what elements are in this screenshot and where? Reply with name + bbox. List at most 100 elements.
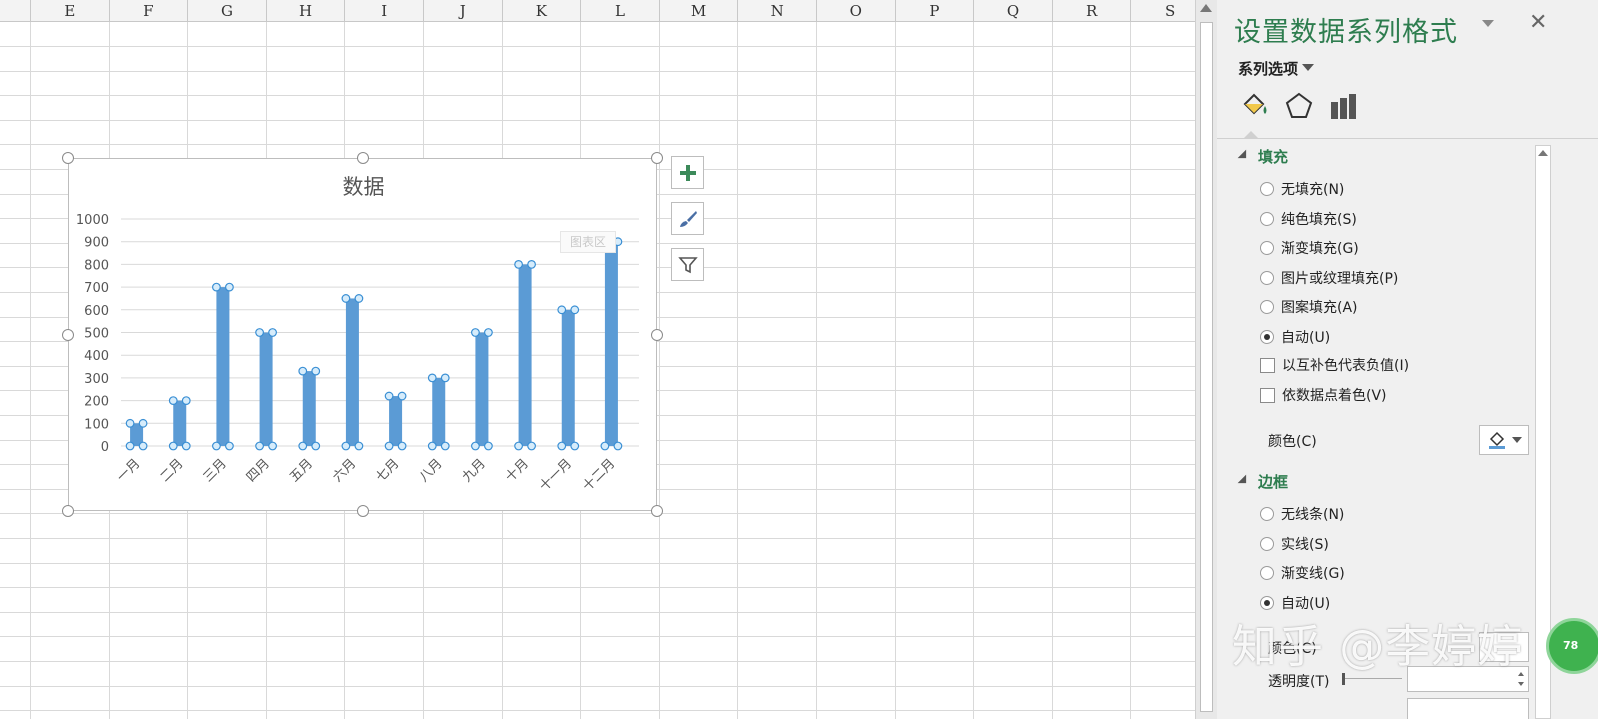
radio-button[interactable] [1260,241,1274,255]
invert-negative-label: 以互补色代表负值(I) [1282,358,1410,374]
collapse-triangle-icon[interactable] [1237,474,1251,488]
checkbox-box[interactable] [1260,387,1275,403]
radio-button[interactable] [1260,211,1274,226]
invert-negative-checkbox[interactable]: 以互补色代表负值(I) [1260,355,1409,375]
selection-marker [527,259,536,269]
selection-marker [341,441,351,451]
bar[interactable] [518,264,532,446]
scroll-thumb[interactable] [1200,22,1213,712]
bar[interactable] [173,400,187,446]
fill-color-picker-button[interactable] [1479,425,1529,455]
collapse-triangle-icon[interactable] [1237,149,1251,163]
bar[interactable] [302,371,316,446]
radio-button[interactable] [1260,507,1274,521]
fill-section-heading[interactable]: 填充 [1258,146,1288,167]
bar[interactable] [432,377,446,446]
series-options-dropdown[interactable]: 系列选项 [1238,58,1298,79]
chart-plot[interactable]: 0 100 200 300 400 500 600 700 800 900 1000 一月 二月 三月 四月… [69,159,658,512]
resize-handle-bottom[interactable] [357,505,369,517]
column-header-m[interactable]: M [660,0,739,22]
column-header-partial[interactable] [0,0,31,22]
radio-button[interactable] [1260,536,1274,551]
series-options-chevron-down-icon[interactable] [1302,64,1314,71]
resize-handle-bottom-right[interactable] [651,505,663,517]
column-header-r[interactable]: R [1053,0,1132,22]
scroll-up-arrow-icon[interactable] [1200,4,1212,12]
fill-option[interactable]: 纯色填充(S) [1260,209,1357,229]
radio-button[interactable] [1260,595,1274,610]
selection-marker [484,441,493,451]
fill-option[interactable]: 自动(U) [1260,327,1330,347]
resize-handle-top-right[interactable] [651,152,663,164]
bar[interactable] [259,332,273,447]
resize-handle-left[interactable] [62,329,74,341]
resize-handle-top-left[interactable] [62,152,74,164]
resize-handle-top[interactable] [357,152,369,164]
sheet-vertical-scrollbar[interactable] [1195,0,1217,719]
border-option[interactable]: 渐变线(G) [1260,563,1345,583]
bar[interactable] [561,309,575,446]
fill-option[interactable]: 图片或纹理填充(P) [1260,268,1398,288]
selection-marker [397,441,407,451]
bar[interactable] [216,287,230,446]
column-header-j[interactable]: J [424,0,503,22]
bar[interactable] [604,241,618,446]
bar[interactable] [345,298,359,446]
effects-icon[interactable] [1283,90,1315,122]
scroll-up-arrow-icon[interactable] [1538,150,1548,156]
radio-button[interactable] [1260,300,1274,314]
column-header-p[interactable]: P [896,0,975,22]
column-header-k[interactable]: K [503,0,582,22]
checkbox-box[interactable] [1260,357,1275,373]
chart-elements-button[interactable] [671,156,704,189]
transparency-slider-track[interactable] [1342,678,1402,679]
resize-handle-right[interactable] [651,329,663,341]
fill-option-label: 渐变填充(G) [1281,241,1359,257]
series-options-icon[interactable] [1327,90,1359,122]
border-section-heading[interactable]: 边框 [1258,471,1288,492]
radio-button[interactable] [1260,182,1274,196]
column-header-g[interactable]: G [188,0,267,22]
fill-option-label: 自动(U) [1281,329,1331,346]
chart-area[interactable]: 数据 0 100 200 300 400 500 600 700 800 900 1000 一月 二月三… [68,158,657,511]
fill-option-label: 图片或纹理填充(P) [1281,270,1399,287]
column-header-f[interactable]: F [110,0,189,22]
chart-styles-button[interactable] [671,202,704,235]
selection-marker [600,441,610,451]
grid-row-line [0,612,1195,613]
bar[interactable] [389,396,403,446]
grid-row-line [0,513,1195,514]
radio-button[interactable] [1260,329,1274,344]
chart-filters-button[interactable] [671,248,704,281]
fill-option[interactable]: 渐变填充(G) [1260,238,1359,258]
resize-handle-bottom-left[interactable] [62,505,74,517]
column-header-n[interactable]: N [738,0,817,22]
radio-button[interactable] [1260,270,1274,285]
column-header-h[interactable]: H [267,0,346,22]
width-input[interactable] [1407,698,1529,719]
pane-options-chevron-down-icon[interactable] [1482,20,1494,27]
radio-button[interactable] [1260,566,1274,580]
column-header-e[interactable]: E [31,0,110,22]
worksheet[interactable]: EFGHIJKLMNOPQRS 数据 0 100 200 300 400 500 600 70… [0,0,1195,719]
fill-line-icon[interactable] [1239,90,1271,122]
column-header-i[interactable]: I [345,0,424,22]
selection-marker [225,282,234,292]
fill-option[interactable]: 图案填充(A) [1260,297,1358,317]
speed-badge[interactable]: 78 [1546,618,1598,674]
x-tick-label: 十二月 [580,456,618,494]
column-header-q[interactable]: Q [974,0,1053,22]
selection-marker [181,396,191,406]
bar[interactable] [475,332,489,447]
fill-option[interactable]: 无填充(N) [1260,179,1344,199]
spin-down-icon[interactable] [1518,682,1524,686]
border-option[interactable]: 实线(S) [1260,534,1329,554]
selection-marker [440,441,450,451]
selection-marker [557,441,567,451]
vary-colors-checkbox[interactable]: 依数据点着色(V) [1260,385,1387,405]
pane-close-icon[interactable]: ✕ [1529,10,1547,35]
border-option[interactable]: 无线条(N) [1260,504,1344,524]
column-header-o[interactable]: O [817,0,896,22]
column-header-l[interactable]: L [581,0,660,22]
column-header-s[interactable]: S [1131,0,1195,22]
